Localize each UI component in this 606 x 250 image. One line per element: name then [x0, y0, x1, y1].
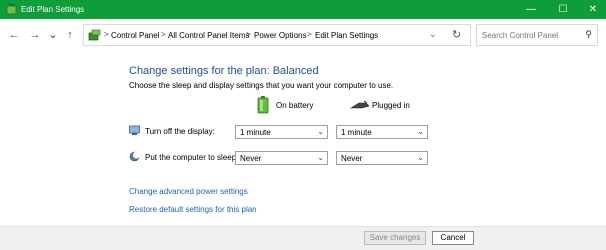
- sleep-battery-select[interactable]: Never ⌄: [235, 151, 328, 165]
- chevron-down-icon: ⌄: [417, 153, 424, 162]
- advanced-power-settings-link[interactable]: Change advanced power settings: [129, 187, 248, 196]
- maximize-button[interactable]: ☐: [548, 0, 578, 19]
- up-button[interactable]: ↑: [63, 28, 77, 42]
- display-plugged-select[interactable]: 1 minute ⌄: [336, 125, 428, 139]
- breadcrumb-separator: >: [307, 30, 312, 39]
- chevron-down-icon: ⌄: [317, 127, 324, 136]
- breadcrumb-separator: >: [104, 30, 109, 39]
- navigation-bar: ← → ⌄ ↑ > Control Panel > All Control Pa…: [0, 19, 606, 51]
- breadcrumb-edit-plan-settings[interactable]: Edit Plan Settings: [315, 31, 378, 40]
- sleep-moon-icon: [129, 151, 140, 162]
- power-options-icon: [6, 4, 17, 15]
- turn-off-display-label: Turn off the display:: [145, 127, 215, 136]
- search-box[interactable]: ⚲: [476, 24, 598, 46]
- save-changes-button[interactable]: Save changes: [364, 231, 426, 245]
- close-button[interactable]: ✕: [578, 0, 606, 19]
- selected-value: Never: [341, 154, 363, 163]
- chevron-down-icon: ⌄: [417, 127, 424, 136]
- page-title: Change settings for the plan: Balanced: [129, 65, 319, 77]
- button-bar: Save changes Cancel: [0, 226, 606, 250]
- address-bar[interactable]: > Control Panel > All Control Panel Item…: [83, 24, 471, 46]
- display-icon: [129, 125, 140, 135]
- page-description: Choose the sleep and display settings th…: [129, 81, 394, 90]
- sleep-label: Put the computer to sleep:: [145, 153, 239, 162]
- forward-button[interactable]: →: [28, 28, 42, 42]
- window-title: Edit Plan Settings: [21, 5, 85, 14]
- selected-value: 1 minute: [240, 128, 271, 137]
- chevron-down-icon: ⌄: [317, 153, 324, 162]
- cancel-button[interactable]: Cancel: [432, 231, 474, 245]
- on-battery-label: On battery: [276, 101, 314, 110]
- back-button[interactable]: ←: [7, 28, 21, 42]
- minimize-button[interactable]: —: [516, 0, 546, 19]
- breadcrumb-separator: >: [161, 30, 166, 39]
- title-bar[interactable]: Edit Plan Settings — ☐ ✕: [0, 0, 606, 19]
- breadcrumb-power-options[interactable]: Power Options: [254, 31, 306, 40]
- breadcrumb-all-items[interactable]: All Control Panel Items: [168, 31, 249, 40]
- search-input[interactable]: [482, 29, 582, 42]
- battery-icon: [257, 96, 269, 114]
- breadcrumb-separator: >: [246, 30, 251, 39]
- breadcrumb-control-panel[interactable]: Control Panel: [111, 31, 159, 40]
- control-panel-icon: [88, 29, 101, 41]
- chevron-down-icon[interactable]: ⌄: [429, 29, 437, 40]
- power-plug-icon: [350, 100, 370, 109]
- restore-defaults-link[interactable]: Restore default settings for this plan: [129, 205, 257, 214]
- plugged-in-label: Plugged in: [372, 101, 410, 110]
- sleep-plugged-select[interactable]: Never ⌄: [336, 151, 428, 165]
- search-icon[interactable]: ⚲: [585, 29, 592, 40]
- display-battery-select[interactable]: 1 minute ⌄: [235, 125, 328, 139]
- selected-value: Never: [240, 154, 262, 163]
- refresh-icon[interactable]: ↻: [452, 28, 461, 41]
- selected-value: 1 minute: [341, 128, 372, 137]
- recent-locations-button[interactable]: ⌄: [46, 28, 60, 42]
